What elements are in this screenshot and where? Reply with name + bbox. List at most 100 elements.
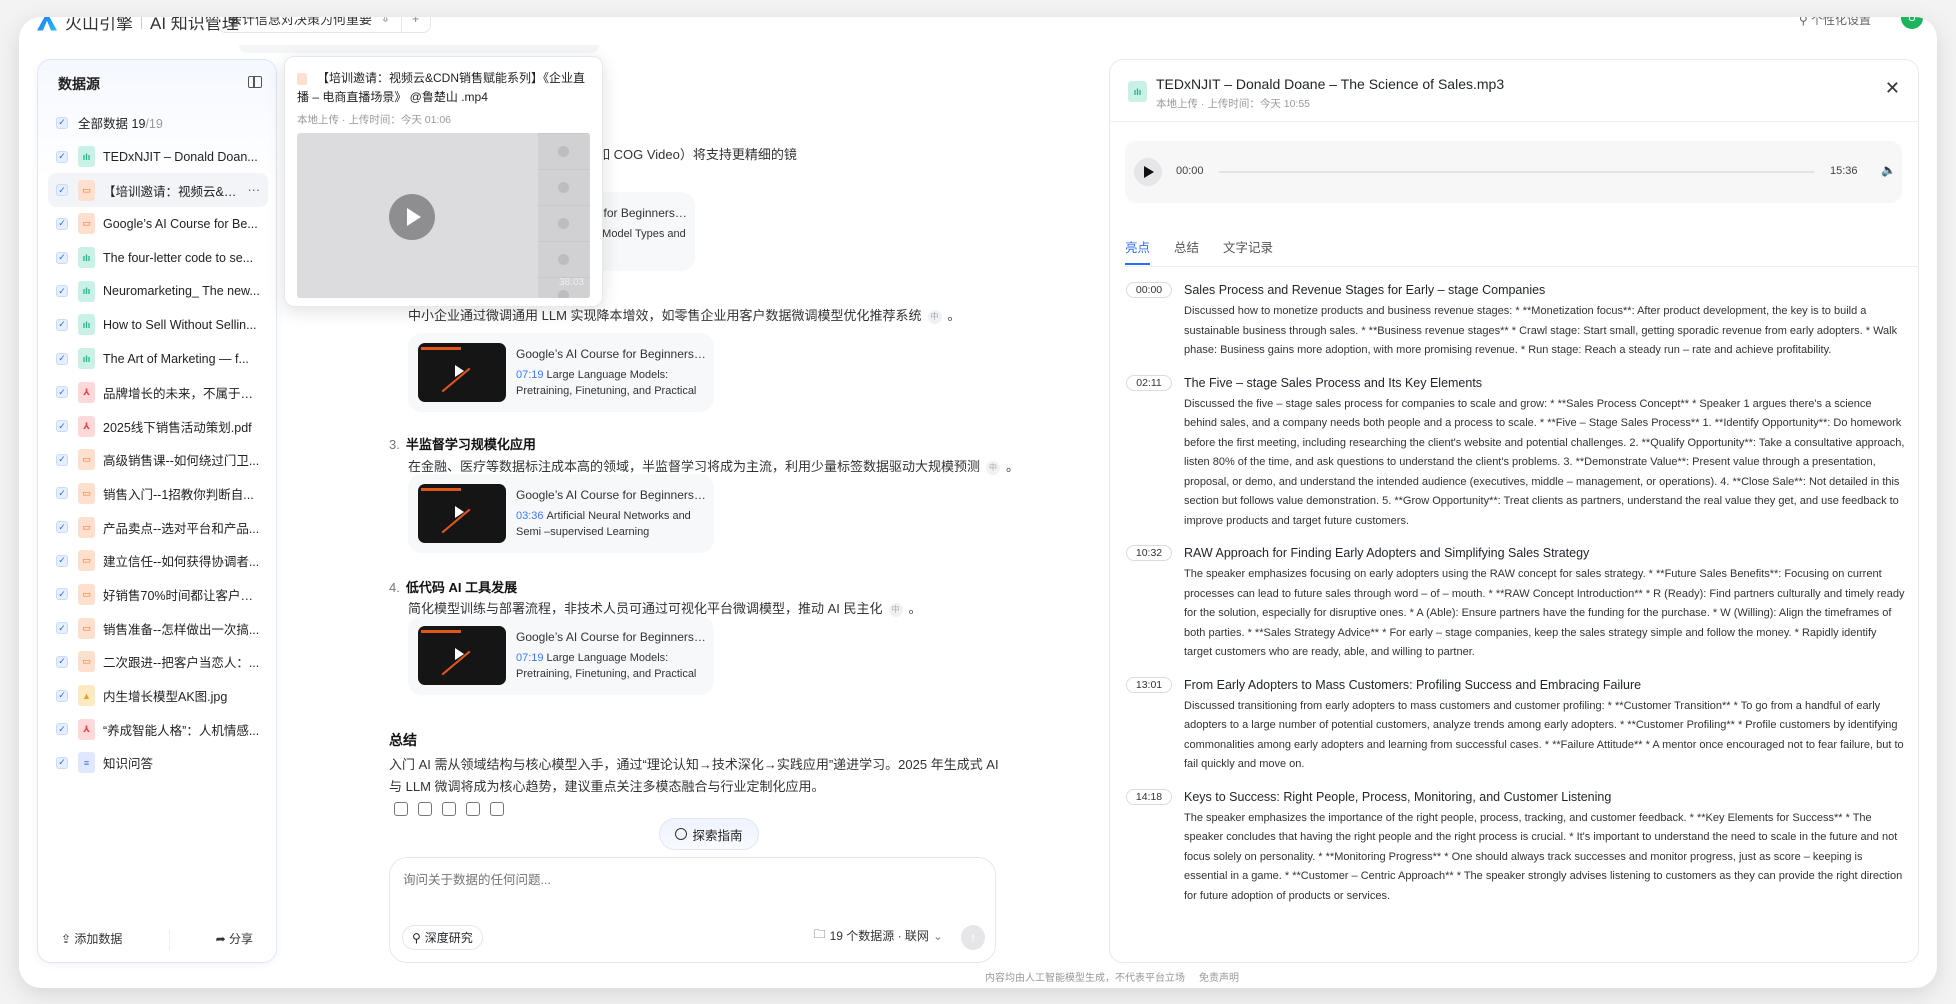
source-item[interactable]: ✓ ▭ 二次跟进--把客户当恋人：... bbox=[48, 645, 268, 679]
highlight-header: 13:01 From Early Adopters to Mass Custome… bbox=[1126, 676, 1906, 693]
disclaimer-link[interactable]: 免责声明 bbox=[1199, 969, 1239, 984]
tab-2[interactable]: 文字记录 bbox=[1223, 237, 1273, 266]
checkbox-checked-icon[interactable]: ✓ bbox=[56, 420, 68, 433]
checkbox-checked-icon[interactable]: ✓ bbox=[56, 487, 68, 500]
tab-0[interactable]: 亮点 bbox=[1125, 237, 1151, 265]
participant-strip bbox=[538, 133, 590, 298]
source-item-name: The four-letter code to se... bbox=[103, 250, 254, 265]
highlight-title: Sales Process and Revenue Stages for Ear… bbox=[1184, 283, 1546, 297]
telescope-icon: ⚲ bbox=[412, 930, 421, 945]
source-item[interactable]: ✓ ıIı How to Sell Without Sellin... bbox=[48, 308, 268, 342]
checkbox-checked-icon[interactable]: ✓ bbox=[56, 689, 68, 702]
source-item[interactable]: ✓ ≡ 知识问答 bbox=[48, 746, 268, 780]
source-card[interactable]: Google’s AI Course for Beginners (i... 07… bbox=[408, 333, 714, 412]
highlight-header: 14:18 Keys to Success: Right People, Proc… bbox=[1126, 788, 1906, 805]
checkbox-checked-icon[interactable]: ✓ bbox=[56, 184, 68, 197]
checkbox-checked-icon[interactable]: ✓ bbox=[56, 655, 68, 668]
play-icon[interactable] bbox=[389, 194, 435, 240]
add-note-icon[interactable] bbox=[466, 802, 480, 816]
divider bbox=[168, 930, 170, 950]
timestamp-link[interactable]: 03:36 bbox=[516, 510, 544, 522]
source-item[interactable]: ✓ ⅄ 2025线下销售活动策划.pdf bbox=[48, 409, 268, 443]
thumbs-down-icon[interactable] bbox=[418, 802, 432, 816]
source-item[interactable]: ✓ ▲ 内生增长模型AK图.jpg bbox=[48, 679, 268, 713]
explore-guide-button[interactable]: 探索指南 bbox=[659, 818, 759, 850]
source-item[interactable]: ✓ ▭ 高级销售课--如何绕过门卫... bbox=[48, 443, 268, 477]
checkbox-checked-icon[interactable]: ✓ bbox=[56, 318, 68, 331]
checkbox-checked-icon[interactable]: ✓ bbox=[56, 554, 68, 567]
checkbox-checked-icon[interactable]: ✓ bbox=[56, 285, 68, 298]
citation-icon[interactable]: 中 bbox=[888, 602, 903, 617]
audio-file-icon: ıIı bbox=[78, 348, 95, 370]
checkbox-checked-icon[interactable]: ✓ bbox=[56, 386, 68, 399]
volume-icon[interactable]: 🔈 bbox=[1881, 163, 1896, 177]
source-item[interactable]: ✓ ▭ 产品卖点--选对平台和产品... bbox=[48, 510, 268, 544]
collapse-sidebar-icon[interactable] bbox=[248, 76, 262, 88]
export-icon[interactable] bbox=[490, 802, 504, 816]
source-item[interactable]: ✓ ▭ 销售准备--怎样做出一次搞... bbox=[48, 611, 268, 645]
source-card[interactable]: Google’s AI Course for Beginners (i... 07… bbox=[408, 616, 714, 695]
source-selector[interactable]: 🗀 19 个数据源 · 联网 ⌄ bbox=[814, 925, 943, 946]
checkbox-checked-icon[interactable]: ✓ bbox=[56, 217, 68, 230]
checkbox-checked-icon[interactable]: ✓ bbox=[56, 756, 68, 769]
video-file-icon: ▭ bbox=[78, 583, 95, 605]
pdf-file-icon: ⅄ bbox=[78, 415, 95, 437]
close-icon[interactable]: ✕ bbox=[1885, 78, 1900, 99]
checkbox-checked-icon[interactable]: ✓ bbox=[56, 521, 68, 534]
thumbs-up-icon[interactable] bbox=[394, 802, 408, 816]
avatar[interactable]: U bbox=[1901, 17, 1923, 29]
source-item[interactable]: ✓ ▭ Google’s AI Course for Be... bbox=[48, 207, 268, 241]
source-item[interactable]: ✓ ıIı The Art of Marketing — f... bbox=[48, 342, 268, 376]
answer-text: 中小企业通过微调通用 LLM 实现降本增效，如零售企业用客户数据微调模型优化推荐… bbox=[408, 308, 961, 324]
checkbox-checked-icon[interactable]: ✓ bbox=[56, 251, 68, 264]
source-item[interactable]: ✓ ▭ 建立信任--如何获得协调者... bbox=[48, 544, 268, 578]
timestamp-button[interactable]: 02:11 bbox=[1126, 374, 1172, 391]
more-options-icon[interactable]: ··· bbox=[248, 183, 261, 197]
checkbox-checked-icon[interactable]: ✓ bbox=[56, 150, 68, 163]
source-item[interactable]: ✓ ıIı The four-letter code to se... bbox=[48, 241, 268, 275]
citation-icon[interactable]: 中 bbox=[986, 460, 1001, 475]
timestamp-button[interactable]: 00:00 bbox=[1126, 282, 1172, 298]
personalize-button[interactable]: ⚲ 个性化设置 bbox=[1799, 17, 1871, 28]
play-button[interactable] bbox=[1134, 158, 1162, 186]
source-item-name: 2025线下销售活动策划.pdf bbox=[103, 420, 252, 435]
timestamp-link[interactable]: 07:19 bbox=[516, 652, 544, 664]
source-item-name: 知识问答 bbox=[103, 757, 154, 772]
checkbox-checked-icon[interactable]: ✓ bbox=[56, 453, 68, 466]
share-button[interactable]: ➦ 分享 bbox=[216, 930, 253, 950]
session-tab[interactable]: 会计信息对决策为何重要 ⇕ bbox=[219, 17, 401, 28]
copy-icon[interactable] bbox=[442, 802, 456, 816]
video-thumbnail bbox=[418, 626, 506, 685]
source-item-name: 销售准备--怎样做出一次搞... bbox=[103, 622, 260, 637]
send-button[interactable]: ↑ bbox=[961, 925, 985, 950]
checkbox-checked-icon[interactable]: ✓ bbox=[56, 116, 68, 129]
source-card[interactable]: Google’s AI Course for Beginners (i... 03… bbox=[408, 474, 714, 553]
source-item[interactable]: ✓ ▭ 销售入门--1招教你判断自... bbox=[48, 477, 268, 511]
citation-icon[interactable]: 中 bbox=[927, 309, 942, 324]
panel-header: ıIı TEDxNJIT – Donald Doane – The Scienc… bbox=[1110, 60, 1918, 122]
source-item[interactable]: ✓ ▭ 好销售70%时间都让客户说... bbox=[48, 578, 268, 612]
checkbox-checked-icon[interactable]: ✓ bbox=[56, 622, 68, 635]
checkbox-checked-icon[interactable]: ✓ bbox=[56, 352, 68, 365]
checkbox-checked-icon[interactable]: ✓ bbox=[56, 723, 68, 736]
add-tab-button[interactable]: + bbox=[400, 17, 430, 32]
source-item[interactable]: ✓ ⅄ “养成智能人格”：人机情感... bbox=[48, 712, 268, 746]
tab-1[interactable]: 总结 bbox=[1174, 237, 1199, 266]
timestamp-button[interactable]: 13:01 bbox=[1126, 676, 1172, 693]
timestamp-button[interactable]: 14:18 bbox=[1126, 788, 1172, 805]
select-all-row[interactable]: ✓ 全部数据 19/19 bbox=[48, 106, 268, 140]
source-item[interactable]: ✓ ıIı TEDxNJIT – Donald Doan... bbox=[48, 140, 268, 174]
video-preview[interactable]: 38:03 bbox=[297, 133, 590, 298]
brand-logo[interactable]: 火山引擎 AI 知识管理 bbox=[37, 17, 239, 34]
source-item[interactable]: ✓ ⅄ 品牌增长的未来，不属于渠... bbox=[48, 376, 268, 410]
checkbox-checked-icon[interactable]: ✓ bbox=[56, 588, 68, 601]
timestamp-link[interactable]: 07:19 bbox=[516, 369, 544, 381]
timestamp-button[interactable]: 10:32 bbox=[1126, 545, 1172, 561]
add-data-button[interactable]: ⇪ 添加数据 bbox=[61, 930, 122, 950]
source-item[interactable]: ✓ ▭ 【培训邀请：视频云&C... ··· bbox=[48, 173, 268, 208]
source-item[interactable]: ✓ ıIı Neuromarketing_ The new... bbox=[48, 274, 268, 308]
seek-bar[interactable] bbox=[1219, 171, 1814, 173]
deep-research-button[interactable]: ⚲ 深度研究 bbox=[402, 925, 483, 950]
question-input[interactable] bbox=[403, 873, 963, 887]
section-heading: 4. 低代码 AI 工具发展 bbox=[389, 580, 518, 595]
